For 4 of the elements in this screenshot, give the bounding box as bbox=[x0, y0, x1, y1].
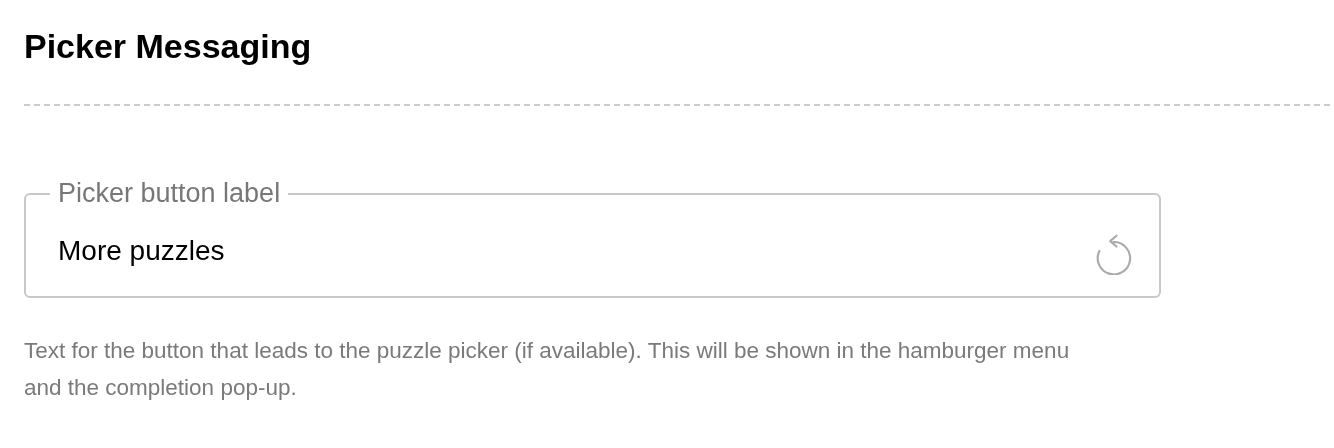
input-field[interactable]: More puzzles bbox=[58, 235, 1095, 267]
help-text: Text for the button that leads to the puzzle picker (if available). This will be shown in the hamburger menu and the completion pop-up. bbox=[24, 337, 1071, 402]
field-label: Picker button label bbox=[57, 178, 282, 209]
section-title: Picker Messaging bbox=[24, 26, 313, 67]
